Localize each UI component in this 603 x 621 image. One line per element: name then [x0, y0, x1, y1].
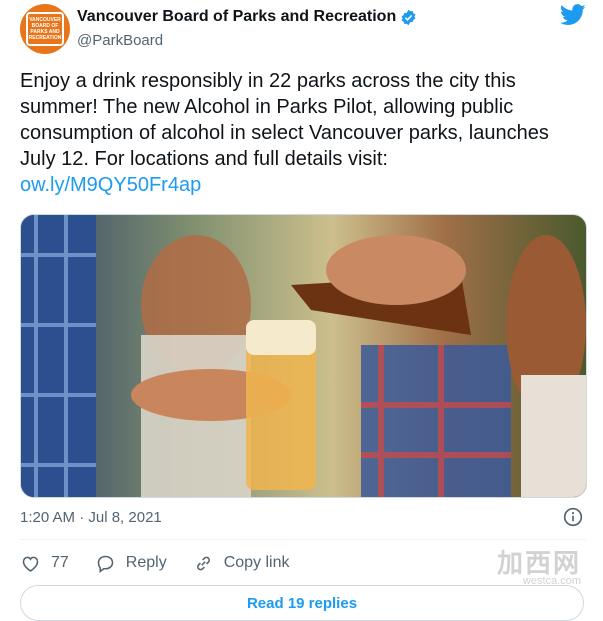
heart-icon [22, 556, 39, 572]
tweet-link[interactable]: ow.ly/M9QY50Fr4ap [20, 174, 201, 196]
like-count: 77 [51, 554, 69, 571]
tweet-actions: 77 Reply Copy link [20, 550, 316, 576]
tweet-photo[interactable] [20, 214, 587, 498]
divider [20, 539, 586, 540]
watermark: 加西网 westca.com [497, 550, 581, 587]
copy-link-label: Copy link [223, 554, 290, 571]
author-name-line: Vancouver Board of Parks and Recreation [77, 8, 417, 26]
like-button[interactable]: 77 [20, 553, 69, 574]
info-icon[interactable] [563, 507, 583, 527]
tweet-header: VANCOUVER BOARD OF PARKS AND RECREATION … [20, 4, 586, 56]
twitter-bird-icon[interactable] [560, 4, 586, 26]
reply-button[interactable]: Reply [95, 553, 167, 574]
link-icon [196, 556, 210, 570]
reply-label: Reply [125, 554, 167, 571]
photo-people-pouring-beer [21, 215, 586, 497]
avatar-text-line: RECREATION [28, 35, 62, 41]
verified-badge-icon [401, 9, 416, 25]
copy-link-button[interactable]: Copy link [193, 553, 290, 574]
tweet-text: Enjoy a drink responsibly in 22 parks ac… [20, 70, 549, 170]
tweet-timestamp[interactable]: 1:20 AM · Jul 8, 2021 [20, 509, 162, 526]
reply-bubble-icon [97, 555, 114, 573]
read-replies-label: Read 19 replies [246, 594, 358, 612]
author-handle[interactable]: @ParkBoard [77, 32, 163, 49]
tweet-body: Enjoy a drink responsibly in 22 parks ac… [20, 68, 580, 198]
read-replies-button[interactable]: Read 19 replies [20, 585, 584, 621]
watermark-main: 加西网 [496, 548, 581, 578]
logo-icon: VANCOUVER BOARD OF PARKS AND RECREATION [26, 12, 64, 46]
avatar[interactable]: VANCOUVER BOARD OF PARKS AND RECREATION [20, 4, 70, 54]
author-display-name[interactable]: Vancouver Board of Parks and Recreation [77, 8, 396, 26]
